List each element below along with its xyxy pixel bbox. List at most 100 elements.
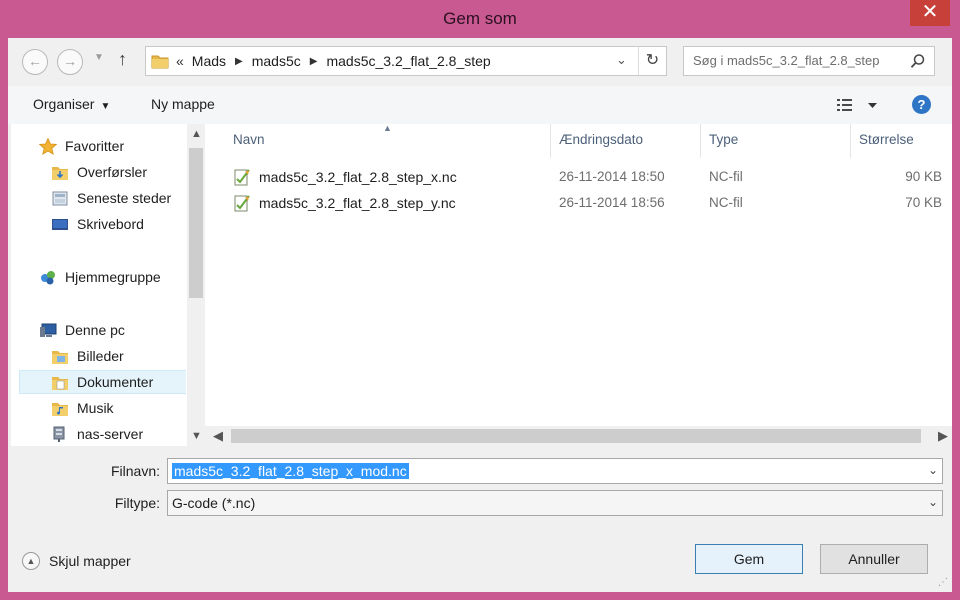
up-button[interactable]: ↑ — [118, 49, 127, 70]
star-icon — [39, 137, 57, 155]
sidebar-item-label: Musik — [77, 400, 114, 416]
nc-file-icon — [234, 195, 250, 212]
breadcrumb-item-mads5c[interactable]: mads5c — [252, 53, 301, 69]
recent-places-icon — [52, 191, 68, 205]
sidebar-item-label: Denne pc — [65, 322, 125, 338]
desktop-icon — [52, 218, 68, 230]
downloads-folder-icon — [52, 166, 68, 180]
scroll-down-icon[interactable]: ▼ — [191, 430, 202, 442]
navigation-pane: Favoritter Overførsler Seneste steder Sk… — [11, 124, 186, 446]
organise-menu-button[interactable]: Organiser ▼ — [33, 96, 110, 112]
column-header-date[interactable]: Ændringsdato — [559, 132, 643, 147]
chevron-down-icon: ⌄ — [616, 52, 627, 67]
cancel-button[interactable]: Annuller — [820, 544, 928, 574]
sidebar-item-recent-places[interactable]: Seneste steder — [51, 186, 186, 210]
breadcrumb-item-mads[interactable]: Mads — [192, 53, 226, 69]
sidebar-item-desktop[interactable]: Skrivebord — [51, 212, 186, 236]
file-date: 26-11-2014 18:50 — [559, 169, 665, 184]
search-icon[interactable] — [910, 53, 926, 69]
refresh-button[interactable]: ↻ — [638, 47, 666, 75]
filename-field[interactable]: mads5c_3.2_flat_2.8_step_x_mod.nc ⌄ — [167, 458, 943, 484]
sidebar-item-music[interactable]: Musik — [51, 396, 186, 420]
sidebar-item-homegroup[interactable]: Hjemmegruppe — [39, 265, 186, 289]
chevron-down-icon[interactable]: ⌄ — [928, 495, 938, 509]
scrollbar-thumb[interactable] — [189, 148, 203, 298]
sidebar-item-downloads[interactable]: Overførsler — [51, 160, 186, 184]
sidebar-item-label: Skrivebord — [77, 216, 144, 232]
column-divider[interactable] — [700, 124, 701, 158]
new-folder-button[interactable]: Ny mappe — [151, 96, 215, 112]
sidebar-item-pictures[interactable]: Billeder — [51, 344, 186, 368]
hide-folders-toggle[interactable]: ▲ Skjul mapper — [22, 552, 131, 570]
column-header-size[interactable]: Størrelse — [859, 132, 914, 147]
close-button[interactable]: ✕ — [910, 0, 950, 26]
filetype-label: Filtype: — [114, 495, 160, 511]
column-header-type[interactable]: Type — [709, 132, 738, 147]
search-input[interactable] — [693, 53, 903, 68]
file-list-horizontal-scrollbar[interactable]: ◀ ▶ — [205, 426, 952, 446]
column-header-name[interactable]: Navn — [233, 132, 265, 147]
music-folder-icon — [52, 402, 68, 416]
refresh-icon: ↻ — [645, 52, 660, 69]
sidebar-item-label: Favoritter — [65, 138, 125, 154]
file-row[interactable]: mads5c_3.2_flat_2.8_step_x.nc 26-11-2014… — [205, 164, 952, 190]
sidebar-item-documents[interactable]: Dokumenter — [19, 370, 186, 394]
breadcrumb-item-current[interactable]: mads5c_3.2_flat_2.8_step — [326, 53, 490, 69]
chevron-up-icon: ▲ — [22, 552, 40, 570]
column-divider[interactable] — [850, 124, 851, 158]
change-view-button[interactable] — [833, 96, 879, 114]
forward-button[interactable]: → — [57, 49, 83, 75]
breadcrumb-overflow[interactable]: « — [176, 53, 184, 69]
recent-locations-dropdown[interactable]: ▼ — [94, 52, 104, 63]
file-size: 90 KB — [905, 169, 942, 184]
computer-icon — [40, 323, 57, 337]
breadcrumb-separator-icon[interactable]: ▶ — [235, 56, 243, 67]
address-history-dropdown[interactable]: ⌄ — [616, 52, 627, 68]
save-button[interactable]: Gem — [695, 544, 803, 574]
sidebar-item-favorites[interactable]: Favoritter — [39, 134, 186, 158]
file-row[interactable]: mads5c_3.2_flat_2.8_step_y.nc 26-11-2014… — [205, 190, 952, 216]
breadcrumb-separator-icon[interactable]: ▶ — [310, 56, 318, 67]
sidebar-item-label: Billeder — [77, 348, 124, 364]
forward-arrow-icon: → — [63, 53, 77, 69]
column-divider[interactable] — [550, 124, 551, 158]
file-type: NC-fil — [709, 169, 743, 184]
help-icon[interactable]: ? — [912, 95, 931, 114]
back-arrow-icon: ← — [28, 53, 42, 69]
sidebar-item-label: Hjemmegruppe — [65, 269, 161, 285]
back-button[interactable]: ← — [22, 49, 48, 75]
homegroup-icon — [41, 270, 55, 284]
documents-folder-icon — [52, 376, 68, 390]
sidebar-item-label: nas-server — [77, 426, 144, 442]
address-bar[interactable]: « Mads ▶ mads5c ▶ mads5c_3.2_flat_2.8_st… — [145, 46, 667, 76]
organise-label: Organiser — [33, 96, 95, 112]
window-title: Gem som — [443, 9, 517, 28]
scroll-up-icon[interactable]: ▲ — [191, 128, 202, 140]
sidebar-item-this-pc[interactable]: Denne pc — [39, 318, 186, 342]
search-box[interactable] — [683, 46, 935, 76]
scrollbar-thumb[interactable] — [231, 429, 921, 443]
command-toolbar: Organiser ▼ Ny mappe ? — [8, 86, 952, 124]
folder-icon — [151, 55, 169, 69]
chevron-down-icon[interactable]: ⌄ — [928, 463, 938, 477]
file-name: mads5c_3.2_flat_2.8_step_x.nc — [259, 169, 457, 185]
scroll-right-icon[interactable]: ▶ — [938, 428, 948, 444]
sort-ascending-icon: ▲ — [383, 123, 392, 133]
nc-file-icon — [234, 169, 250, 186]
filename-label: Filnavn: — [110, 463, 160, 479]
chevron-down-icon: ▼ — [100, 101, 111, 112]
sidebar-item-label: Overførsler — [77, 164, 147, 180]
breadcrumb: « Mads ▶ mads5c ▶ mads5c_3.2_flat_2.8_st… — [176, 53, 491, 69]
dialog-client-area: ← → ▼ ↑ « Mads ▶ mads5c ▶ mads5c_3.2_fla… — [8, 38, 952, 592]
sidebar-item-nas-server[interactable]: nas-server — [51, 422, 186, 446]
scroll-left-icon[interactable]: ◀ — [213, 428, 223, 444]
resize-grip-icon[interactable]: ⋰ — [938, 577, 948, 588]
chevron-down-icon: ▼ — [94, 52, 104, 63]
navigation-pane-scrollbar[interactable]: ▲ ▼ — [187, 124, 205, 446]
network-server-icon — [53, 426, 65, 442]
save-as-dialog: Gem som ✕ ← → ▼ ↑ « Mads ▶ mads5c ▶ mads… — [0, 0, 960, 600]
filename-value[interactable]: mads5c_3.2_flat_2.8_step_x_mod.nc — [172, 463, 409, 479]
title-bar[interactable]: Gem som ✕ — [0, 0, 960, 38]
sidebar-item-label: Dokumenter — [77, 374, 154, 390]
filetype-select[interactable]: G-code (*.nc) ⌄ — [167, 490, 943, 516]
